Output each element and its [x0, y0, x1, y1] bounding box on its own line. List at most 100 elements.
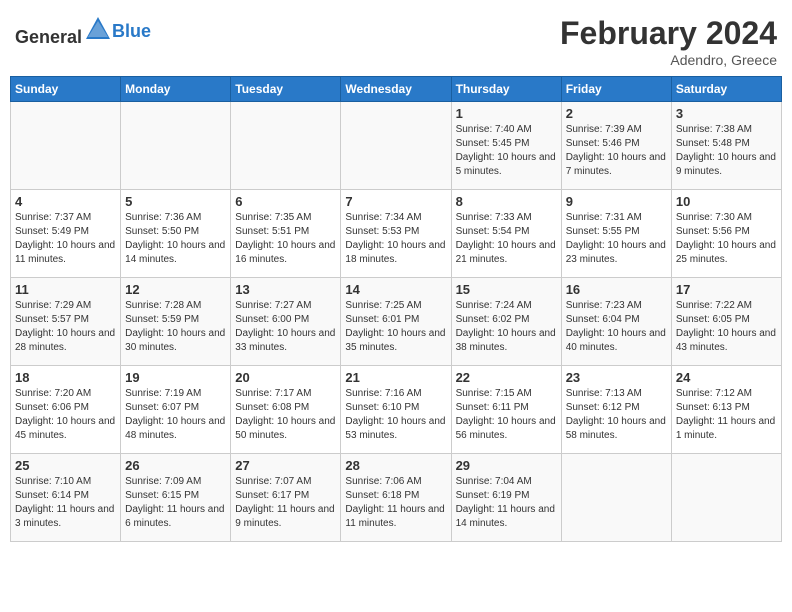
day-detail: Sunrise: 7:34 AM Sunset: 5:53 PM Dayligh…	[345, 211, 446, 267]
calendar-day-cell: 6 Sunrise: 7:35 AM Sunset: 5:51 PM Daylig…	[231, 190, 341, 278]
calendar-day-cell: 13 Sunrise: 7:27 AM Sunset: 6:00 PM Dayli…	[231, 278, 341, 366]
day-number: 11	[15, 282, 116, 297]
weekday-header: Monday	[121, 77, 231, 102]
day-number: 27	[235, 458, 336, 473]
day-number: 13	[235, 282, 336, 297]
month-year-title: February 2024	[560, 15, 777, 52]
day-detail: Sunrise: 7:40 AM Sunset: 5:45 PM Dayligh…	[456, 123, 557, 179]
day-detail: Sunrise: 7:13 AM Sunset: 6:12 PM Dayligh…	[566, 387, 667, 443]
day-number: 23	[566, 370, 667, 385]
calendar-day-cell: 14Sunrise: 7:25 AM Sunset: 6:01 PM Dayli…	[341, 278, 451, 366]
day-number: 8	[456, 194, 557, 209]
day-number: 3	[676, 106, 777, 121]
calendar-day-cell: 2Sunrise: 7:39 AM Sunset: 5:46 PM Daylig…	[561, 102, 671, 190]
calendar-day-cell: 24Sunrise: 7:12 AM Sunset: 6:13 PM Dayli…	[671, 366, 781, 454]
calendar-day-cell: 28 Sunrise: 7:06 AM Sunset: 6:18 PM Dayli…	[341, 454, 451, 542]
calendar-week-row: 4 Sunrise: 7:37 AM Sunset: 5:49 PM Daylig…	[11, 190, 782, 278]
day-detail: Sunrise: 7:19 AM Sunset: 6:07 PM Dayligh…	[125, 387, 226, 443]
calendar-day-cell: 10 Sunrise: 7:30 AM Sunset: 5:56 PM Dayli…	[671, 190, 781, 278]
day-number: 9	[566, 194, 667, 209]
day-number: 4	[15, 194, 116, 209]
day-number: 28	[345, 458, 446, 473]
calendar-day-cell: 5 Sunrise: 7:36 AM Sunset: 5:50 PM Daylig…	[121, 190, 231, 278]
calendar-day-cell: 20 Sunrise: 7:17 AM Sunset: 6:08 PM Dayli…	[231, 366, 341, 454]
weekday-header: Thursday	[451, 77, 561, 102]
calendar-day-cell: 15Sunrise: 7:24 AM Sunset: 6:02 PM Dayli…	[451, 278, 561, 366]
day-number: 19	[125, 370, 226, 385]
calendar-day-cell: 21 Sunrise: 7:16 AM Sunset: 6:10 PM Dayli…	[341, 366, 451, 454]
calendar-day-cell: 17Sunrise: 7:22 AM Sunset: 6:05 PM Dayli…	[671, 278, 781, 366]
location-subtitle: Adendro, Greece	[560, 52, 777, 68]
day-number: 12	[125, 282, 226, 297]
calendar-day-cell	[11, 102, 121, 190]
day-number: 10	[676, 194, 777, 209]
day-detail: Sunrise: 7:38 AM Sunset: 5:48 PM Dayligh…	[676, 123, 777, 179]
day-number: 26	[125, 458, 226, 473]
title-block: February 2024 Adendro, Greece	[560, 15, 777, 68]
calendar-day-cell: 12 Sunrise: 7:28 AM Sunset: 5:59 PM Dayli…	[121, 278, 231, 366]
day-detail: Sunrise: 7:10 AM Sunset: 6:14 PM Dayligh…	[15, 475, 116, 531]
calendar-day-cell: 27 Sunrise: 7:07 AM Sunset: 6:17 PM Dayli…	[231, 454, 341, 542]
calendar-day-cell: 4 Sunrise: 7:37 AM Sunset: 5:49 PM Daylig…	[11, 190, 121, 278]
day-number: 21	[345, 370, 446, 385]
day-detail: Sunrise: 7:35 AM Sunset: 5:51 PM Dayligh…	[235, 211, 336, 267]
logo: General Blue	[15, 15, 151, 48]
day-number: 18	[15, 370, 116, 385]
calendar-day-cell	[561, 454, 671, 542]
day-detail: Sunrise: 7:17 AM Sunset: 6:08 PM Dayligh…	[235, 387, 336, 443]
calendar-day-cell: 3 Sunrise: 7:38 AM Sunset: 5:48 PM Daylig…	[671, 102, 781, 190]
day-detail: Sunrise: 7:20 AM Sunset: 6:06 PM Dayligh…	[15, 387, 116, 443]
day-number: 7	[345, 194, 446, 209]
weekday-header: Friday	[561, 77, 671, 102]
calendar-day-cell: 22 Sunrise: 7:15 AM Sunset: 6:11 PM Dayli…	[451, 366, 561, 454]
weekday-header-row: SundayMondayTuesdayWednesdayThursdayFrid…	[11, 77, 782, 102]
calendar-day-cell	[231, 102, 341, 190]
calendar-day-cell: 7 Sunrise: 7:34 AM Sunset: 5:53 PM Daylig…	[341, 190, 451, 278]
calendar-day-cell: 26Sunrise: 7:09 AM Sunset: 6:15 PM Dayli…	[121, 454, 231, 542]
day-number: 24	[676, 370, 777, 385]
calendar-week-row: 1Sunrise: 7:40 AM Sunset: 5:45 PM Daylig…	[11, 102, 782, 190]
day-detail: Sunrise: 7:22 AM Sunset: 6:05 PM Dayligh…	[676, 299, 777, 355]
calendar-day-cell: 9Sunrise: 7:31 AM Sunset: 5:55 PM Daylig…	[561, 190, 671, 278]
day-number: 16	[566, 282, 667, 297]
calendar-day-cell: 1Sunrise: 7:40 AM Sunset: 5:45 PM Daylig…	[451, 102, 561, 190]
day-detail: Sunrise: 7:28 AM Sunset: 5:59 PM Dayligh…	[125, 299, 226, 355]
day-detail: Sunrise: 7:27 AM Sunset: 6:00 PM Dayligh…	[235, 299, 336, 355]
weekday-header: Saturday	[671, 77, 781, 102]
logo-text: General	[15, 15, 112, 48]
day-number: 20	[235, 370, 336, 385]
day-detail: Sunrise: 7:15 AM Sunset: 6:11 PM Dayligh…	[456, 387, 557, 443]
calendar-day-cell	[121, 102, 231, 190]
day-number: 22	[456, 370, 557, 385]
day-detail: Sunrise: 7:30 AM Sunset: 5:56 PM Dayligh…	[676, 211, 777, 267]
weekday-header: Wednesday	[341, 77, 451, 102]
day-detail: Sunrise: 7:37 AM Sunset: 5:49 PM Dayligh…	[15, 211, 116, 267]
calendar-day-cell	[671, 454, 781, 542]
calendar-day-cell: 11 Sunrise: 7:29 AM Sunset: 5:57 PM Dayli…	[11, 278, 121, 366]
day-number: 5	[125, 194, 226, 209]
calendar-day-cell: 23 Sunrise: 7:13 AM Sunset: 6:12 PM Dayli…	[561, 366, 671, 454]
day-number: 6	[235, 194, 336, 209]
day-detail: Sunrise: 7:39 AM Sunset: 5:46 PM Dayligh…	[566, 123, 667, 179]
logo-icon	[84, 15, 112, 43]
day-number: 25	[15, 458, 116, 473]
calendar-table: SundayMondayTuesdayWednesdayThursdayFrid…	[10, 76, 782, 542]
day-detail: Sunrise: 7:23 AM Sunset: 6:04 PM Dayligh…	[566, 299, 667, 355]
day-detail: Sunrise: 7:36 AM Sunset: 5:50 PM Dayligh…	[125, 211, 226, 267]
calendar-day-cell: 18 Sunrise: 7:20 AM Sunset: 6:06 PM Dayli…	[11, 366, 121, 454]
day-detail: Sunrise: 7:25 AM Sunset: 6:01 PM Dayligh…	[345, 299, 446, 355]
day-detail: Sunrise: 7:07 AM Sunset: 6:17 PM Dayligh…	[235, 475, 336, 531]
weekday-header: Tuesday	[231, 77, 341, 102]
calendar-day-cell: 16 Sunrise: 7:23 AM Sunset: 6:04 PM Dayli…	[561, 278, 671, 366]
logo-general: General	[15, 27, 82, 47]
calendar-day-cell: 8Sunrise: 7:33 AM Sunset: 5:54 PM Daylig…	[451, 190, 561, 278]
day-detail: Sunrise: 7:16 AM Sunset: 6:10 PM Dayligh…	[345, 387, 446, 443]
page-header: General Blue February 2024 Adendro, Gree…	[10, 10, 782, 68]
calendar-week-row: 25 Sunrise: 7:10 AM Sunset: 6:14 PM Dayli…	[11, 454, 782, 542]
weekday-header: Sunday	[11, 77, 121, 102]
calendar-day-cell: 25 Sunrise: 7:10 AM Sunset: 6:14 PM Dayli…	[11, 454, 121, 542]
day-detail: Sunrise: 7:06 AM Sunset: 6:18 PM Dayligh…	[345, 475, 446, 531]
day-detail: Sunrise: 7:04 AM Sunset: 6:19 PM Dayligh…	[456, 475, 557, 531]
day-number: 29	[456, 458, 557, 473]
day-detail: Sunrise: 7:29 AM Sunset: 5:57 PM Dayligh…	[15, 299, 116, 355]
